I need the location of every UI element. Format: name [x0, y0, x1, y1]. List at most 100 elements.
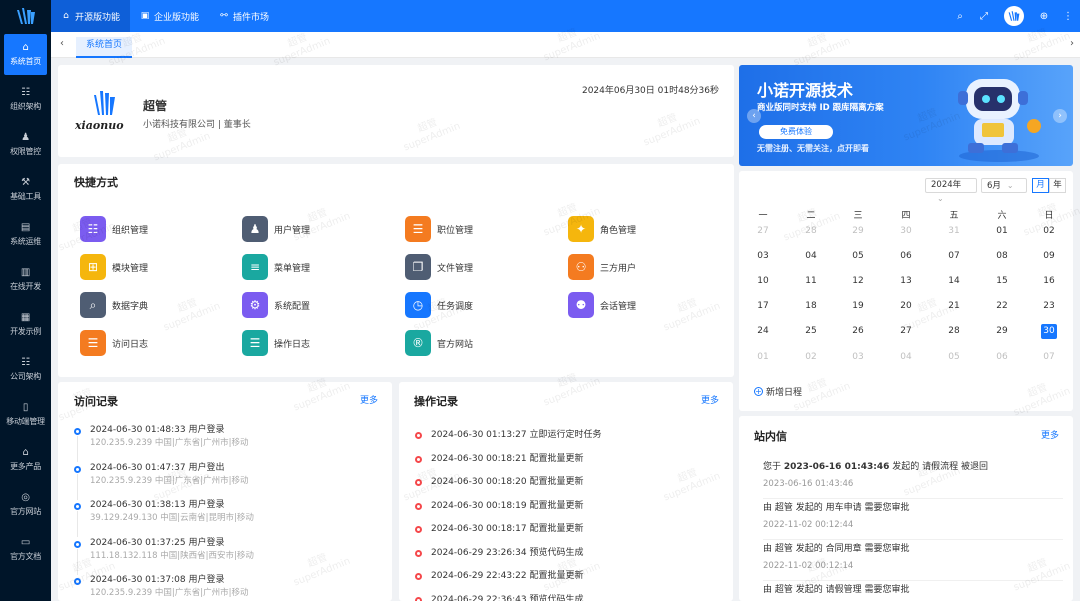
- quick-access-item[interactable]: ☰ 职位管理: [405, 216, 473, 242]
- calendar-day[interactable]: 18: [803, 299, 819, 314]
- message-item[interactable]: 由 超管 发起的 合同用章 需要您审批 2022-11-02 00:12:14: [763, 543, 1063, 581]
- calendar-day[interactable]: 30: [898, 224, 914, 239]
- calendar-day[interactable]: 11: [803, 274, 819, 289]
- calendar-day[interactable]: 27: [898, 324, 914, 339]
- messages-more-link[interactable]: 更多: [1041, 428, 1059, 441]
- calendar-day[interactable]: 04: [898, 350, 914, 365]
- message-item[interactable]: 由 超管 发起的 请假管理 需要您审批: [763, 584, 1063, 601]
- calendar-day[interactable]: 02: [803, 350, 819, 365]
- tab-scroll-right-icon[interactable]: ›: [1070, 38, 1074, 49]
- sidebar-item-company[interactable]: ☷ 公司架构: [0, 347, 51, 392]
- calendar-day[interactable]: 13: [898, 274, 914, 289]
- language-icon[interactable]: ⊕: [1032, 11, 1056, 22]
- quick-access-item[interactable]: ♟ 用户管理: [242, 216, 310, 242]
- calendar-day[interactable]: 06: [994, 350, 1010, 365]
- promo-banner[interactable]: 小诺开源技术 商业版同时支持 ID 跟库隔离方案 免费体验 无需注册、无需关注，…: [739, 65, 1073, 166]
- calendar-day[interactable]: 30: [1041, 324, 1057, 339]
- calendar-day[interactable]: 20: [898, 299, 914, 314]
- calendar-day[interactable]: 26: [850, 324, 866, 339]
- free-trial-button[interactable]: 免费体验: [759, 125, 833, 139]
- quick-access-item[interactable]: ⌕ 数据字典: [80, 292, 148, 318]
- calendar-day[interactable]: 15: [994, 274, 1010, 289]
- quick-access-item[interactable]: ⚉ 会话管理: [568, 292, 636, 318]
- calendar-day[interactable]: 17: [755, 299, 771, 314]
- app-logo[interactable]: [0, 0, 51, 32]
- top-tab-plugins[interactable]: ⚯ 插件市场: [209, 0, 279, 32]
- visit-log-event: 2024-06-30 01:37:25 用户登录: [90, 537, 225, 548]
- plugin-icon: ⚯: [220, 11, 228, 21]
- calendar-day[interactable]: 07: [946, 249, 962, 264]
- calendar-day[interactable]: 29: [850, 224, 866, 239]
- calendar-day[interactable]: 09: [1041, 249, 1057, 264]
- top-tab-enterprise[interactable]: ▣ 企业版功能: [130, 0, 209, 32]
- tab-scroll-left-icon[interactable]: ‹: [60, 38, 64, 49]
- calendar-day[interactable]: 24: [755, 324, 771, 339]
- top-tab-opensource[interactable]: ⌂ 开源版功能: [51, 0, 131, 32]
- operation-log-more-link[interactable]: 更多: [701, 393, 719, 406]
- calendar-day[interactable]: 31: [946, 224, 962, 239]
- quick-access-item[interactable]: ✦ 角色管理: [568, 216, 636, 242]
- mode-month-button[interactable]: 月: [1032, 178, 1049, 193]
- quick-access-item[interactable]: ☰ 访问日志: [80, 330, 148, 356]
- calendar-day[interactable]: 01: [755, 350, 771, 365]
- calendar-day[interactable]: 28: [803, 224, 819, 239]
- sidebar-item-tools[interactable]: ⚒ 基础工具: [0, 167, 51, 212]
- calendar-day[interactable]: 02: [1041, 224, 1057, 239]
- quick-access-item[interactable]: ❐ 文件管理: [405, 254, 473, 280]
- search-icon[interactable]: ⌕: [948, 11, 972, 22]
- calendar-day[interactable]: 03: [755, 249, 771, 264]
- banner-next-icon[interactable]: ›: [1053, 109, 1067, 123]
- calendar-day[interactable]: 28: [946, 324, 962, 339]
- quick-access-item[interactable]: ⚇ 三方用户: [568, 254, 636, 280]
- calendar-day[interactable]: 14: [946, 274, 962, 289]
- message-item[interactable]: 由 超管 发起的 用车申请 需要您审批 2022-11-02 00:12:44: [763, 502, 1063, 540]
- quick-access-item[interactable]: ☰ 操作日志: [242, 330, 310, 356]
- calendar-day[interactable]: 03: [850, 350, 866, 365]
- calendar-day[interactable]: 27: [755, 224, 771, 239]
- calendar-day[interactable]: 10: [755, 274, 771, 289]
- message-item[interactable]: 您于 2023-06-16 01:43:46 发起的 请假流程 被退回 2023-…: [763, 461, 1063, 499]
- calendar-day[interactable]: 04: [803, 249, 819, 264]
- sidebar-item-org[interactable]: ☷ 组织架构: [0, 77, 51, 122]
- calendar-day[interactable]: 06: [898, 249, 914, 264]
- quick-access-item[interactable]: ≡ 菜单管理: [242, 254, 310, 280]
- calendar-day[interactable]: 05: [946, 350, 962, 365]
- calendar-day[interactable]: 23: [1041, 299, 1057, 314]
- calendar-day[interactable]: 08: [994, 249, 1010, 264]
- sidebar-item-home[interactable]: ⌂ 系统首页: [4, 34, 47, 75]
- sidebar-item-website[interactable]: ◎ 官方网站: [0, 482, 51, 527]
- sidebar-item-example[interactable]: ▦ 开发示例: [0, 302, 51, 347]
- sidebar-item-docs[interactable]: ▭ 官方文档: [0, 527, 51, 572]
- calendar-day[interactable]: 05: [850, 249, 866, 264]
- sidebar-item-mobile[interactable]: ▯ 移动端管理: [0, 392, 51, 437]
- sidebar-item-products[interactable]: ⌂ 更多产品: [0, 437, 51, 482]
- tab-home[interactable]: 系统首页: [76, 37, 133, 58]
- message-text: 由 超管 发起的 请假管理 需要您审批: [763, 584, 1063, 597]
- quick-access-item[interactable]: ⚙ 系统配置: [242, 292, 310, 318]
- quick-access-item[interactable]: ⊞ 模块管理: [80, 254, 148, 280]
- quick-access-item[interactable]: ◷ 任务调度: [405, 292, 473, 318]
- banner-prev-icon[interactable]: ‹: [747, 109, 761, 123]
- calendar-day[interactable]: 19: [850, 299, 866, 314]
- mode-year-button[interactable]: 年: [1049, 178, 1066, 193]
- more-options-icon[interactable]: ⋮: [1056, 11, 1080, 22]
- calendar-day[interactable]: 25: [803, 324, 819, 339]
- user-avatar[interactable]: [1004, 6, 1024, 26]
- calendar-day[interactable]: 21: [946, 299, 962, 314]
- sidebar-item-ops[interactable]: ▤ 系统运维: [0, 212, 51, 257]
- sidebar-item-permission[interactable]: ♟ 权限管控: [0, 122, 51, 167]
- calendar-day[interactable]: 01: [994, 224, 1010, 239]
- calendar-day[interactable]: 22: [994, 299, 1010, 314]
- fullscreen-icon[interactable]: ⤢: [972, 11, 996, 22]
- visit-log-more-link[interactable]: 更多: [360, 393, 378, 406]
- add-schedule-button[interactable]: + 新增日程: [754, 385, 802, 398]
- calendar-day[interactable]: 07: [1041, 350, 1057, 365]
- quick-access-item[interactable]: ® 官方网站: [405, 330, 473, 356]
- month-select[interactable]: 6月 ⌄: [981, 178, 1027, 193]
- year-select[interactable]: 2024年 ⌄: [925, 178, 977, 203]
- calendar-day[interactable]: 16: [1041, 274, 1057, 289]
- calendar-day[interactable]: 29: [994, 324, 1010, 339]
- calendar-day[interactable]: 12: [850, 274, 866, 289]
- sidebar-item-dev[interactable]: ▥ 在线开发: [0, 257, 51, 302]
- quick-access-item[interactable]: ☷ 组织管理: [80, 216, 148, 242]
